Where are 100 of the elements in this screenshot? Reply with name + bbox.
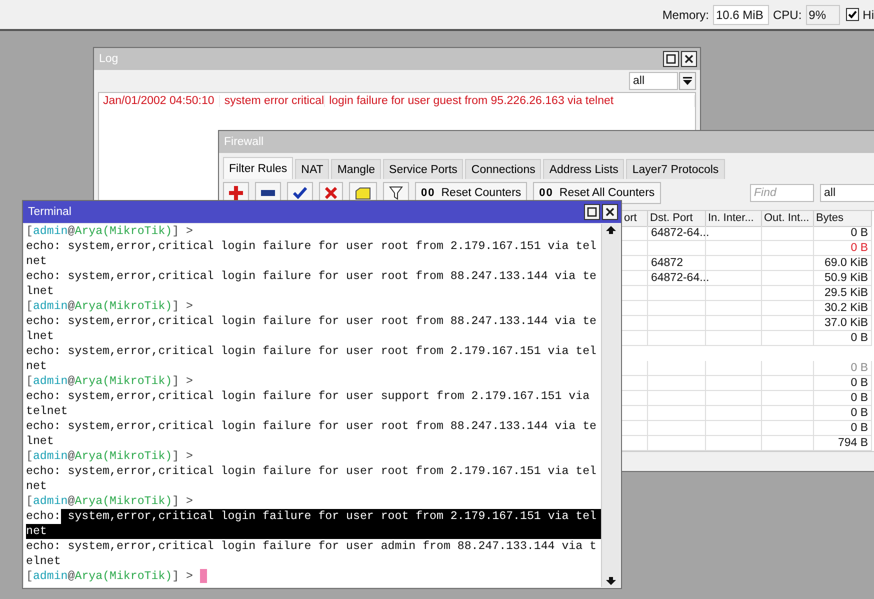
empty-cell (648, 301, 706, 316)
empty-cell (648, 316, 706, 331)
maximize-button[interactable] (584, 204, 600, 220)
column-header[interactable]: In. Inter... (706, 211, 762, 227)
empty-cell (648, 241, 706, 256)
table-cell: 0 B (814, 376, 872, 391)
window-title: Firewall (224, 136, 264, 148)
empty-cell (762, 301, 814, 316)
prompt-line: [admin@Arya(MikroTik)] > (26, 494, 194, 509)
maximize-button[interactable] (663, 51, 679, 67)
selected-text: system,error,critical login failure for user root from 2.179.167.151 via tel (60, 509, 601, 524)
plus-icon (229, 186, 243, 200)
close-button[interactable] (681, 51, 697, 67)
empty-cell (762, 331, 814, 346)
empty-cell (762, 256, 814, 271)
empty-cell (648, 406, 706, 421)
dropdown-arrow-icon (683, 76, 692, 86)
empty-cell (762, 406, 814, 421)
scroll-up-icon[interactable] (606, 226, 616, 234)
empty-cell (706, 241, 762, 256)
dropdown-button[interactable] (679, 72, 696, 90)
close-button[interactable] (602, 204, 618, 220)
empty-cell (762, 241, 814, 256)
table-cell: 50.9 KiB (814, 271, 872, 286)
column-header[interactable]: ort (622, 211, 648, 227)
find-field[interactable]: Find (750, 184, 814, 202)
close-icon (684, 54, 694, 64)
table-cell: 0 B (814, 226, 872, 241)
tab[interactable]: Address Lists (543, 159, 624, 179)
empty-cell (648, 436, 706, 451)
empty-cell (648, 391, 706, 406)
terminal-line: telnet (26, 404, 68, 419)
memory-field: 10.6 MiB (712, 4, 769, 24)
empty-cell (648, 286, 706, 301)
prompt-line: [admin@Arya(MikroTik)] > (26, 299, 194, 314)
hide-label: Hi (862, 8, 874, 22)
tab[interactable]: NAT (295, 159, 330, 179)
tab[interactable]: Connections (465, 159, 542, 179)
window-title: Log (99, 53, 118, 65)
table-cell: 29.5 KiB (814, 286, 872, 301)
empty-cell (762, 286, 814, 301)
terminal-line: lnet (26, 329, 54, 344)
prompt-line: [admin@Arya(MikroTik)] > (26, 449, 194, 464)
table-cell: 0 B (814, 421, 872, 436)
maximize-icon (587, 207, 597, 217)
tab[interactable]: Service Ports (383, 159, 464, 179)
empty-cell (762, 421, 814, 436)
terminal-line: echo: system,error,critical login failure for user root from 2.179.167.151 via tel (26, 239, 597, 254)
terminal-line: net (26, 254, 47, 269)
tab[interactable]: Layer7 Protocols (626, 159, 725, 179)
check-icon (293, 187, 307, 199)
table-cell: 794 B (814, 436, 872, 451)
scrollbar[interactable] (601, 224, 620, 587)
log-topics: system error critical (220, 95, 326, 107)
terminal-line: echo: system,error,critical login failure for user admin from 88.247.133.144 via t (26, 539, 597, 554)
prompt-line: [admin@Arya(MikroTik)] > (26, 569, 194, 584)
terminal-line: echo: system,error,critical login failure for user root from 2.179.167.151 via tel (26, 344, 597, 359)
terminal-line: echo: system,error,critical login failure for user root from 88.247.133.144 via te (26, 419, 597, 434)
empty-cell (762, 436, 814, 451)
column-header[interactable]: Bytes (814, 211, 872, 227)
empty-cell (706, 406, 762, 421)
empty-cell (706, 361, 762, 376)
filter-dropdown[interactable]: all (629, 72, 678, 90)
table-cell: 0 B (814, 331, 872, 346)
empty-cell (706, 331, 762, 346)
empty-cell (706, 376, 762, 391)
empty-cell (648, 421, 706, 436)
empty-cell (706, 316, 762, 331)
log-time: Jan/01/2002 04:50:10 (99, 95, 220, 107)
window-title: Terminal (28, 206, 72, 218)
filter-dropdown[interactable]: all (820, 184, 874, 202)
table-cell: 64872 (648, 256, 706, 271)
cpu-field: 9% (806, 4, 840, 24)
empty-cell (762, 316, 814, 331)
empty-cell (706, 301, 762, 316)
column-header[interactable]: Dst. Port (648, 211, 706, 227)
column-header[interactable]: Out. Int... (762, 211, 814, 227)
empty-cell (706, 391, 762, 406)
empty-cell (648, 376, 706, 391)
prompt-line: [admin@Arya(MikroTik)] > (26, 224, 194, 239)
maximize-icon (666, 54, 676, 64)
terminal-line: echo: system,error,critical login failure for user root from 2.179.167.151 via tel (26, 464, 597, 479)
empty-cell (762, 226, 814, 241)
tab[interactable]: Filter Rules (223, 157, 294, 179)
tab[interactable]: Mangle (331, 159, 382, 179)
terminal-line: lnet (26, 284, 54, 299)
terminal-line: echo: system,error,critical login failure for user root from 88.247.133.144 via te (26, 314, 597, 329)
scroll-down-icon[interactable] (606, 577, 616, 585)
table-cell: 37.0 KiB (814, 316, 872, 331)
empty-cell (762, 271, 814, 286)
terminal-line: echo: system,error,critical login failure for user root from 88.247.133.144 via te (26, 269, 597, 284)
empty-cell (706, 256, 762, 271)
empty-cell (706, 421, 762, 436)
empty-cell (648, 361, 706, 376)
empty-cell (706, 436, 762, 451)
terminal-line: echo: (26, 509, 61, 524)
table-cell: 0 B (814, 241, 872, 256)
table-cell: 69.0 KiB (814, 256, 872, 271)
hide-checkbox[interactable] (846, 8, 859, 21)
terminal-line: echo: system,error,critical login failure for user support from 2.179.167.151 via (26, 389, 590, 404)
